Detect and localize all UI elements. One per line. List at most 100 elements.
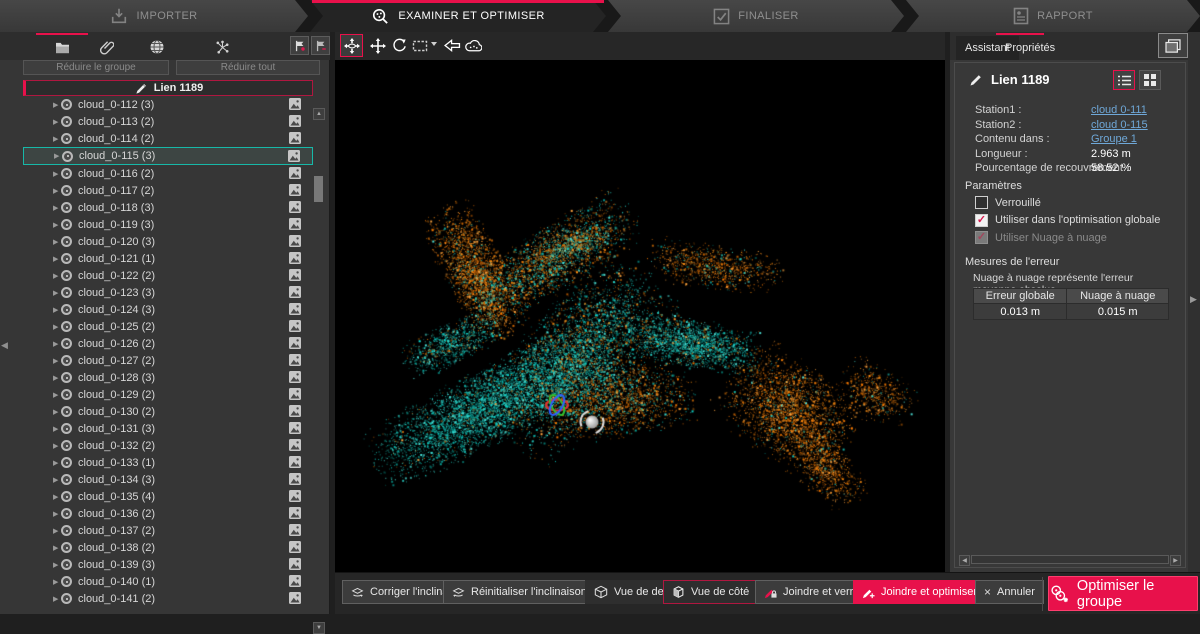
tree-item[interactable]: ▶ cloud_0-127 (2)	[23, 352, 313, 369]
tab-finaliser[interactable]: FINALISER	[608, 0, 904, 32]
image-icon[interactable]	[289, 524, 301, 536]
image-icon[interactable]	[289, 592, 301, 604]
collapse-group-button[interactable]: Réduire le groupe	[23, 60, 169, 75]
cancel-button[interactable]: × Annuler	[975, 580, 1044, 604]
tree-item[interactable]: ▶ cloud_0-119 (3)	[23, 216, 313, 233]
collapse-all-button[interactable]: Réduire tout	[176, 60, 320, 75]
expander-icon[interactable]: ▶	[54, 152, 62, 160]
image-icon[interactable]	[289, 558, 301, 570]
image-icon[interactable]	[289, 320, 301, 332]
tree-item[interactable]: ▶ cloud_0-113 (2)	[23, 113, 313, 130]
flag-add-button[interactable]	[290, 36, 309, 55]
scroll-up-button[interactable]: ▲	[313, 108, 325, 120]
image-icon[interactable]	[289, 184, 301, 196]
reset-tilt-button[interactable]: Réinitialiser l'inclinaison	[443, 580, 596, 604]
tree-item[interactable]: ▶ cloud_0-130 (2)	[23, 403, 313, 420]
hscroll-track[interactable]	[971, 555, 1169, 564]
image-icon[interactable]	[289, 541, 301, 553]
image-icon[interactable]	[289, 473, 301, 485]
image-icon[interactable]	[289, 218, 301, 230]
viewport-3d[interactable]	[335, 32, 945, 572]
tree-item[interactable]: ▶ cloud_0-132 (2)	[23, 437, 313, 454]
expander-icon[interactable]: ▶	[53, 221, 61, 229]
image-icon[interactable]	[289, 132, 301, 144]
tab-rapport[interactable]: RAPPORT	[906, 0, 1200, 32]
expander-icon[interactable]: ▶	[53, 187, 61, 195]
scroll-thumb[interactable]	[314, 176, 323, 202]
scroll-down-button[interactable]: ▼	[313, 622, 325, 634]
property-link[interactable]: cloud 0-111	[1091, 104, 1147, 116]
expander-icon[interactable]: ▶	[53, 238, 61, 246]
tab-georeference[interactable]	[140, 35, 174, 59]
tree-item[interactable]: ▶ cloud_0-136 (2)	[23, 505, 313, 522]
image-icon[interactable]	[289, 439, 301, 451]
expander-icon[interactable]: ▶	[53, 118, 61, 126]
expander-icon[interactable]: ▶	[53, 170, 61, 178]
tab-examiner-et-optimiser[interactable]: EXAMINER ET OPTIMISER	[310, 0, 606, 32]
tab-network[interactable]	[205, 35, 239, 59]
tree-item[interactable]: ▶ cloud_0-125 (2)	[23, 318, 313, 335]
image-icon[interactable]	[289, 507, 301, 519]
expander-icon[interactable]: ▶	[53, 442, 61, 450]
collapse-panel-handle[interactable]: ◀	[1, 340, 8, 351]
expander-icon[interactable]: ▶	[53, 476, 61, 484]
image-icon[interactable]	[289, 388, 301, 400]
tree-item[interactable]: ▶ cloud_0-121 (1)	[23, 250, 313, 267]
image-icon[interactable]	[289, 490, 301, 502]
tree-item[interactable]: ▶ cloud_0-133 (1)	[23, 454, 313, 471]
pan-tool-button[interactable]	[366, 34, 389, 57]
orbit-tool-button[interactable]	[340, 34, 363, 57]
image-icon[interactable]	[289, 269, 301, 281]
expander-icon[interactable]: ▶	[53, 306, 61, 314]
property-link[interactable]: cloud 0-115	[1091, 119, 1148, 131]
tree-item[interactable]: ▶ cloud_0-139 (3)	[23, 556, 313, 573]
tree-link-header[interactable]: Lien 1189	[23, 80, 313, 96]
expander-icon[interactable]: ▶	[53, 544, 61, 552]
back-button[interactable]	[441, 34, 464, 57]
image-icon[interactable]	[289, 456, 301, 468]
tree-item[interactable]: ▶ cloud_0-138 (2)	[23, 539, 313, 556]
expand-panel-handle[interactable]: ▶	[1190, 294, 1197, 305]
image-icon[interactable]	[289, 337, 301, 349]
image-icon[interactable]	[289, 235, 301, 247]
tree-item[interactable]: ▶ cloud_0-118 (3)	[23, 199, 313, 216]
flag-remove-button[interactable]	[311, 36, 330, 55]
tree-scrollbar[interactable]: ▲ ▼	[313, 80, 325, 620]
tree-item[interactable]: ▶ cloud_0-123 (3)	[23, 284, 313, 301]
image-icon[interactable]	[289, 371, 301, 383]
tree-item[interactable]: ▶ cloud_0-134 (3)	[23, 471, 313, 488]
image-icon[interactable]	[289, 98, 301, 110]
scroll-left-button[interactable]: ◀	[959, 555, 970, 566]
tree-item[interactable]: ▶ cloud_0-122 (2)	[23, 267, 313, 284]
point-cloud-canvas[interactable]	[335, 60, 945, 572]
image-icon[interactable]	[289, 115, 301, 127]
expander-icon[interactable]: ▶	[53, 272, 61, 280]
expander-icon[interactable]: ▶	[53, 101, 61, 109]
expander-icon[interactable]: ▶	[53, 323, 61, 331]
expander-icon[interactable]: ▶	[53, 493, 61, 501]
expander-icon[interactable]: ▶	[53, 578, 61, 586]
expander-icon[interactable]: ▶	[53, 391, 61, 399]
image-icon[interactable]	[289, 286, 301, 298]
image-icon[interactable]	[289, 252, 301, 264]
expander-icon[interactable]: ▶	[53, 255, 61, 263]
tab-project-tree[interactable]	[45, 35, 79, 59]
image-icon[interactable]	[289, 167, 301, 179]
tree-item[interactable]: ▶ cloud_0-114 (2)	[23, 130, 313, 147]
parameter-checkbox-row[interactable]: ✓Utiliser dans l'optimisation globale	[975, 214, 1160, 227]
rect-select-tool-button[interactable]	[408, 34, 431, 57]
expander-icon[interactable]: ▶	[53, 374, 61, 382]
checkbox[interactable]	[975, 196, 988, 209]
tree-item[interactable]: ▶ cloud_0-135 (4)	[23, 488, 313, 505]
tree-item[interactable]: ▶ cloud_0-131 (3)	[23, 420, 313, 437]
expander-icon[interactable]: ▶	[53, 527, 61, 535]
tab-proprietes[interactable]: Propriétés	[996, 36, 1064, 60]
tree-item[interactable]: ▶ cloud_0-112 (3)	[23, 96, 313, 113]
tree-item[interactable]: ▶ cloud_0-115 (3)	[23, 147, 313, 165]
list-view-button[interactable]	[1113, 70, 1135, 90]
expander-icon[interactable]: ▶	[53, 510, 61, 518]
image-icon[interactable]	[289, 405, 301, 417]
tree-item[interactable]: ▶ cloud_0-117 (2)	[23, 182, 313, 199]
join-optimize-button[interactable]: Joindre et optimiser	[853, 580, 986, 604]
expander-icon[interactable]: ▶	[53, 289, 61, 297]
